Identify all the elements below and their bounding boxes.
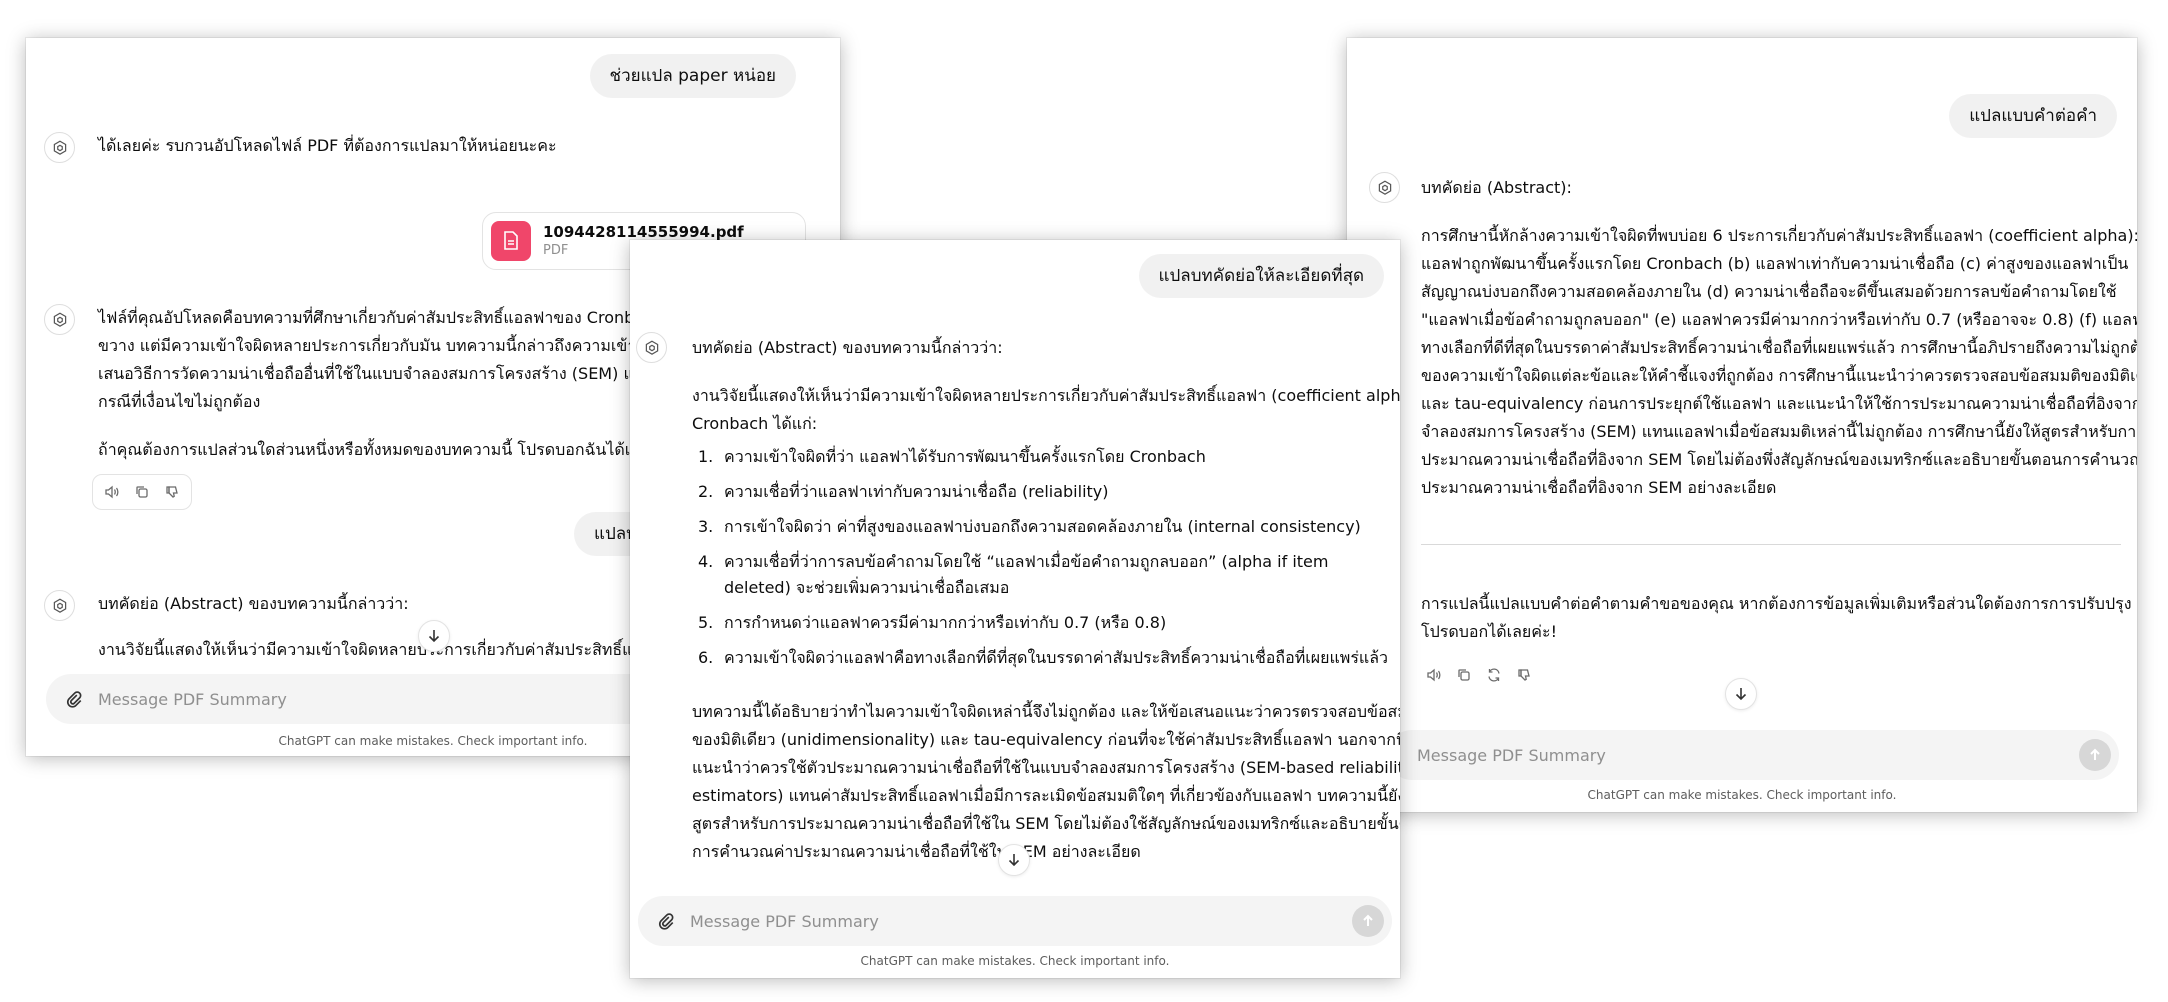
copy-icon[interactable] [1453,664,1475,686]
send-button[interactable] [1352,905,1384,937]
user-message: ช่วยแปล paper หน่อย [589,54,796,98]
list-item: 5. การกำหนดว่าแอลฟาควรมีค่ามากกว่าหรือเท่… [698,613,1167,632]
message-composer [638,896,1392,946]
message-line: จำลองสมการโครงสร้าง (SEM) แทนแอลฟาเมื่อข… [1421,422,2137,441]
list-item: 4. ความเชื่อที่ว่าการลบข้อคำถามโดยใช้ “แอ… [698,552,1329,597]
assistant-message: การศึกษานี้หักล้างความเข้าใจผิดที่พบบ่อย… [1421,222,2137,502]
message-line: Cronbach ได้แก่: [692,414,818,433]
thumbs-down-icon[interactable] [161,481,183,503]
assistant-paragraph: บทความนี้ได้อธิบายว่าทำไมความเข้าใจผิดเห… [692,698,1400,866]
file-name: 1094428114555994.pdf [543,223,744,241]
assistant-heading: บทคัดย่อ (Abstract) ของบทความนี้กล่าวว่า… [692,338,1003,357]
chat-window-right: แปลแบบคำต่อคำ บทคัดย่อ (Abstract): การศึ… [1347,38,2137,812]
attach-paperclip-icon[interactable] [654,909,678,933]
attach-paperclip-icon[interactable] [62,687,86,711]
message-line: การแปลนี้แปลแบบคำต่อคำตามคำขอของคุณ หากต… [1421,594,2132,613]
thumbs-down-icon[interactable] [1513,664,1535,686]
message-input[interactable] [690,911,1352,931]
message-line: ของมิติเดียว (unidimensionality) และ tau… [692,730,1400,749]
assistant-avatar-icon [44,590,75,621]
copy-icon[interactable] [131,481,153,503]
message-line: ทางเลือกที่ดีที่สุดในบรรดาค่าสัมประสิทธิ… [1421,338,2137,357]
message-line: และ tau-equivalency ก่อนการประยุกต์ใช้แอ… [1421,394,2137,413]
list-item: 3. การเข้าใจผิดว่า ค่าที่สูงของแอลฟาบ่งบอ… [698,517,1361,536]
disclaimer-text: ChatGPT can make mistakes. Check importa… [1587,788,1897,802]
assistant-avatar-icon [44,132,75,163]
list-item: 2. ความเชื่อที่ว่าแอลฟาเท่ากับความน่าเชื่… [698,482,1109,501]
message-line: ประมาณความน่าเชื่อถือที่อิงจาก SEM โดยไม… [1421,450,2137,469]
message-line: การคำนวณค่าประมาณความน่าเชื่อถือที่ใช้ใน… [692,842,1141,861]
message-actions [1423,664,1535,686]
send-button[interactable] [2079,739,2111,771]
scroll-to-bottom-button[interactable] [1725,678,1757,710]
chat-window-center: แปลบทคัดย่อให้ละเอียดที่สุด บทคัดย่อ (Ab… [630,240,1400,978]
regenerate-icon[interactable] [1483,664,1505,686]
message-input[interactable] [1417,745,2079,765]
read-aloud-icon[interactable] [1423,664,1445,686]
message-line: งานวิจัยนี้แสดงให้เห็นว่ามีความเข้าใจผิด… [692,386,1400,405]
list-item: 1. ความเข้าใจผิดที่ว่า แอลฟาได้รับการพัฒน… [698,447,1206,466]
user-message: แปลบทคัดย่อให้ละเอียดที่สุด [1138,254,1384,298]
message-line: แนะนำว่าควรใช้ตัวประมาณความน่าเชื่อถือที… [692,758,1400,777]
message-composer [1387,730,2119,780]
disclaimer-text: ChatGPT can make mistakes. Check importa… [860,954,1170,968]
message-actions [92,474,192,510]
assistant-heading: บทคัดย่อ (Abstract): [1421,178,1572,197]
assistant-avatar-icon [636,332,667,363]
message-line: "แอลฟาเมื่อข้อคำถามถูกลบออก" (e) แอลฟาคว… [1421,310,2137,329]
message-line: estimators) แทนค่าสัมประสิทธิ์แอลฟาเมื่อ… [692,786,1400,805]
list-item: 6. ความเข้าใจผิดว่าแอลฟาคือทางเลือกที่ดีท… [698,648,1389,667]
assistant-message: การแปลนี้แปลแบบคำต่อคำตามคำขอของคุณ หากต… [1421,590,2132,646]
message-line: บทความนี้ได้อธิบายว่าทำไมความเข้าใจผิดเห… [692,702,1400,721]
scroll-to-bottom-button[interactable] [418,620,450,652]
message-line: โปรดบอกได้เลยค่ะ! [1421,622,1557,641]
assistant-message: ได้เลยค่ะ รบกวนอัปโหลดไฟล์ PDF ที่ต้องกา… [98,136,557,155]
read-aloud-icon[interactable] [101,481,123,503]
assistant-avatar-icon [44,304,75,335]
user-message: แปลแบบคำต่อคำ [1949,94,2117,138]
scroll-to-bottom-button[interactable] [998,844,1030,876]
pdf-file-icon [491,221,531,261]
assistant-avatar-icon [1369,172,1400,203]
message-line: ของความเข้าใจผิดแต่ละข้อและให้คำชี้แจงที… [1421,366,2137,385]
message-line: สูตรสำหรับการประมาณความน่าเชื่อถือที่ใช้… [692,814,1400,833]
message-line: แอลฟาถูกพัฒนาขึ้นครั้งแรกโดย Cronbach (b… [1421,254,2129,273]
divider [1421,544,2121,545]
message-line: การศึกษานี้หักล้างความเข้าใจผิดที่พบบ่อย… [1421,226,2137,245]
assistant-paragraph: งานวิจัยนี้แสดงให้เห็นว่ามีความเข้าใจผิด… [692,382,1400,438]
misconceptions-list: 1. ความเข้าใจผิดที่ว่า แอลฟาได้รับการพัฒน… [692,444,1392,680]
message-line: ประมาณความน่าเชื่อถือที่อิงจาก SEM อย่าง… [1421,478,1777,497]
message-line: สัญญาณบ่งบอกถึงความสอดคล้องภายใน (d) ควา… [1421,282,2117,301]
